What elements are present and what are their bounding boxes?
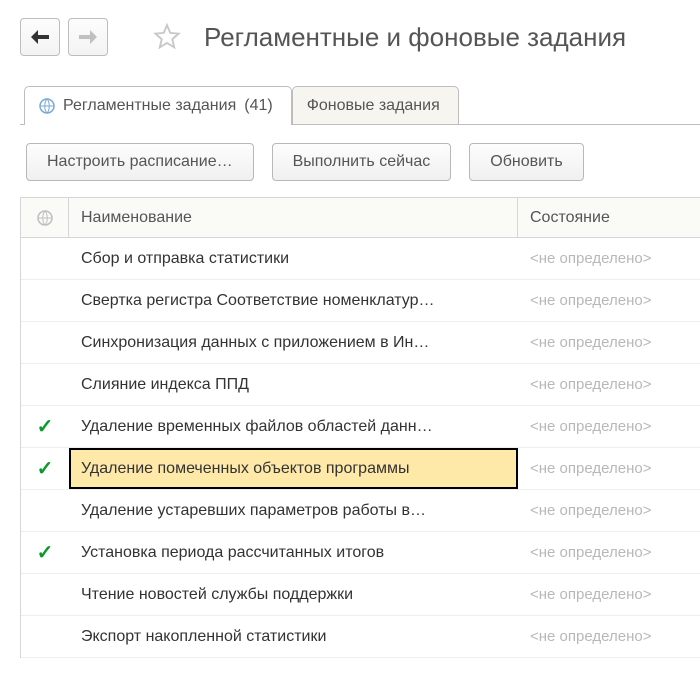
tab-background-jobs[interactable]: Фоновые задания xyxy=(292,86,459,124)
header-status-icon[interactable] xyxy=(21,198,69,237)
row-state: <не определено> xyxy=(518,574,700,615)
tab-scheduled-jobs[interactable]: Регламентные задания (41) xyxy=(24,86,292,125)
header-state[interactable]: Состояние xyxy=(518,198,700,237)
table-row[interactable]: Синхронизация данных с приложением в Ин…… xyxy=(21,322,700,364)
row-check-icon xyxy=(21,322,69,363)
row-name: Сбор и отправка статистики xyxy=(69,238,518,279)
row-name: Свертка регистра Соответствие номенклату… xyxy=(69,280,518,321)
row-state: <не определено> xyxy=(518,490,700,531)
row-name: Слияние индекса ППД xyxy=(69,364,518,405)
row-check-icon: ✓ xyxy=(21,406,69,447)
row-state: <не определено> xyxy=(518,238,700,279)
table-row[interactable]: Свертка регистра Соответствие номенклату… xyxy=(21,280,700,322)
row-name: Установка периода рассчитанных итогов xyxy=(69,532,518,573)
row-check-icon: ✓ xyxy=(21,532,69,573)
table-row[interactable]: Слияние индекса ППД<не определено> xyxy=(21,364,700,406)
table-row[interactable]: ✓Установка периода рассчитанных итогов<н… xyxy=(21,532,700,574)
nav-back-button[interactable] xyxy=(20,18,60,56)
tab-label: Регламентные задания xyxy=(63,97,236,115)
row-check-icon xyxy=(21,238,69,279)
row-check-icon xyxy=(21,280,69,321)
row-state: <не определено> xyxy=(518,364,700,405)
row-state: <не определено> xyxy=(518,322,700,363)
row-name: Удаление временных файлов областей данн… xyxy=(69,406,518,447)
schedule-button[interactable]: Настроить расписание… xyxy=(26,143,254,181)
toolbar: Настроить расписание… Выполнить сейчас О… xyxy=(20,125,700,197)
nav-forward-button[interactable] xyxy=(68,18,108,56)
row-check-icon xyxy=(21,574,69,615)
row-state: <не определено> xyxy=(518,532,700,573)
tab-label: Фоновые задания xyxy=(307,97,440,115)
row-check-icon xyxy=(21,364,69,405)
tab-count: (41) xyxy=(244,97,272,115)
favorite-star-icon[interactable] xyxy=(152,22,182,52)
table-header: Наименование Состояние xyxy=(21,198,700,238)
page-title: Регламентные и фоновые задания xyxy=(204,22,626,53)
row-name: Удаление помеченных объектов программы xyxy=(69,448,518,489)
row-check-icon: ✓ xyxy=(21,448,69,489)
tabs: Регламентные задания (41) Фоновые задани… xyxy=(20,86,700,125)
table-row[interactable]: ✓Удаление временных файлов областей данн… xyxy=(21,406,700,448)
globe-icon xyxy=(39,98,55,114)
row-check-icon xyxy=(21,490,69,531)
row-check-icon xyxy=(21,616,69,657)
row-name: Экспорт накопленной статистики xyxy=(69,616,518,657)
refresh-button[interactable]: Обновить xyxy=(469,143,583,181)
table-row[interactable]: Чтение новостей службы поддержки<не опре… xyxy=(21,574,700,616)
row-state: <не определено> xyxy=(518,406,700,447)
table-row[interactable]: Удаление устаревших параметров работы в…… xyxy=(21,490,700,532)
row-state: <не определено> xyxy=(518,616,700,657)
row-state: <не определено> xyxy=(518,448,700,489)
topbar: Регламентные и фоновые задания xyxy=(20,18,700,56)
row-name: Чтение новостей службы поддержки xyxy=(69,574,518,615)
jobs-table: Наименование Состояние Сбор и отправка с… xyxy=(20,197,700,658)
table-row[interactable]: Экспорт накопленной статистики<не опреде… xyxy=(21,616,700,658)
table-row[interactable]: ✓Удаление помеченных объектов программы<… xyxy=(21,448,700,490)
row-state: <не определено> xyxy=(518,280,700,321)
table-row[interactable]: Сбор и отправка статистики<не определено… xyxy=(21,238,700,280)
row-name: Синхронизация данных с приложением в Ин… xyxy=(69,322,518,363)
header-name[interactable]: Наименование xyxy=(69,198,518,237)
row-name: Удаление устаревших параметров работы в… xyxy=(69,490,518,531)
run-now-button[interactable]: Выполнить сейчас xyxy=(272,143,452,181)
